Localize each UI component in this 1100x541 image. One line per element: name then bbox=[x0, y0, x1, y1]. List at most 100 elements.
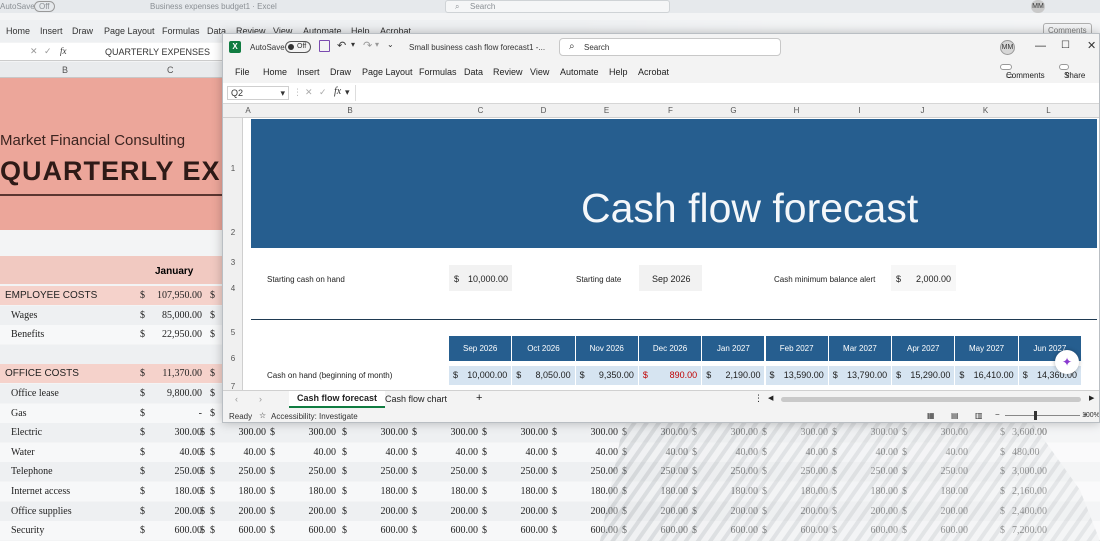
bg-month-value[interactable]: 180.00 bbox=[628, 486, 689, 497]
bg-month-value[interactable]: 250.00 bbox=[206, 466, 267, 477]
bg-month-value[interactable]: 180.00 bbox=[908, 486, 969, 497]
share-button[interactable]: ⇪ Share bbox=[1059, 64, 1085, 80]
bg-menu-page-layout[interactable]: Page Layout bbox=[104, 26, 155, 36]
bg-month-value[interactable]: 300.00 bbox=[908, 427, 969, 438]
column-header-k[interactable]: K bbox=[954, 106, 1017, 115]
zoom-out-icon[interactable]: − bbox=[995, 410, 1000, 419]
bg-row-value[interactable]: 200.00 bbox=[142, 506, 203, 517]
bg-menu-formulas[interactable]: Formulas bbox=[162, 26, 200, 36]
bg-month-value[interactable]: 40.00 bbox=[838, 447, 899, 458]
bg-row-value[interactable]: 600.00 bbox=[142, 525, 203, 536]
bg-month-value[interactable]: 250.00 bbox=[698, 466, 759, 477]
name-box[interactable]: Q2 ▾ bbox=[227, 86, 289, 100]
redo-icon[interactable]: ↷ bbox=[363, 39, 372, 52]
prev-sheet-icon[interactable]: ‹ bbox=[235, 394, 238, 404]
column-header-g[interactable]: G bbox=[702, 106, 765, 115]
cash-on-hand-cell[interactable]: $10,000.00 bbox=[449, 366, 513, 385]
menu-formulas[interactable]: Formulas bbox=[419, 67, 457, 77]
bg-month-value[interactable]: 250.00 bbox=[628, 466, 689, 477]
bg-month-value[interactable]: 40.00 bbox=[488, 447, 549, 458]
month-header[interactable]: Jan 2027 bbox=[702, 336, 766, 361]
bg-month-value[interactable]: 180.00 bbox=[768, 486, 829, 497]
bg-month-value[interactable]: 40.00 bbox=[276, 447, 337, 458]
starting-date-cell[interactable]: Sep 2026 bbox=[639, 265, 702, 291]
bg-month-value[interactable]: 200.00 bbox=[558, 506, 619, 517]
bg-row-label[interactable]: Office supplies bbox=[11, 506, 72, 517]
bg-row-total[interactable]: 7,200.00 bbox=[1012, 525, 1047, 536]
row-header-1[interactable]: 1 bbox=[223, 164, 243, 173]
qat-customize-icon[interactable]: ⌄ bbox=[387, 40, 394, 49]
cancel-entry-icon[interactable]: ✕ bbox=[305, 87, 313, 98]
bg-month-value[interactable]: 600.00 bbox=[768, 525, 829, 536]
bg-month-value[interactable]: 300.00 bbox=[768, 427, 829, 438]
bg-row-value[interactable]: 40.00 bbox=[142, 447, 203, 458]
bg-month-value[interactable]: 600.00 bbox=[838, 525, 899, 536]
bg-month-value[interactable]: 250.00 bbox=[838, 466, 899, 477]
formula-bar-options-icon[interactable]: ⋮ bbox=[293, 87, 302, 98]
cash-on-hand-cell[interactable]: $15,290.00 bbox=[892, 366, 956, 385]
undo-icon[interactable]: ↶ bbox=[337, 39, 346, 52]
column-header-e[interactable]: E bbox=[575, 106, 638, 115]
bg-month-value[interactable]: 600.00 bbox=[488, 525, 549, 536]
bg-row-label[interactable]: OFFICE COSTS bbox=[5, 368, 79, 379]
bg-month-value[interactable]: 300.00 bbox=[698, 427, 759, 438]
bg-row-value[interactable]: 9,800.00 bbox=[142, 388, 202, 399]
status-accessibility[interactable]: Accessibility: Investigate bbox=[271, 412, 358, 421]
menu-automate[interactable]: Automate bbox=[560, 67, 599, 77]
bg-menu-draw[interactable]: Draw bbox=[72, 26, 93, 36]
bg-month-value[interactable]: 250.00 bbox=[558, 466, 619, 477]
bg-month-value[interactable]: 300.00 bbox=[558, 427, 619, 438]
row-header-3[interactable]: 3 bbox=[223, 258, 243, 267]
bg-row-label[interactable]: Wages bbox=[11, 310, 37, 321]
bg-month-value[interactable]: 180.00 bbox=[698, 486, 759, 497]
bg-row-total[interactable]: 3,600.00 bbox=[1012, 427, 1047, 438]
bg-month-value[interactable]: 200.00 bbox=[768, 506, 829, 517]
bg-row-total[interactable]: 480.00 bbox=[1012, 447, 1040, 458]
name-box-dropdown-icon[interactable]: ▾ bbox=[280, 87, 285, 99]
undo-dropdown-icon[interactable]: ▾ bbox=[351, 40, 355, 49]
menu-file[interactable]: File bbox=[235, 67, 250, 77]
row-header-5[interactable]: 5 bbox=[223, 328, 243, 337]
menu-data[interactable]: Data bbox=[464, 67, 483, 77]
bg-row-label[interactable]: Security bbox=[11, 525, 44, 536]
page-break-view-icon[interactable]: ▥ bbox=[975, 411, 983, 420]
cash-on-hand-cell[interactable]: $8,050.00 bbox=[512, 366, 576, 385]
bg-month-value[interactable]: 300.00 bbox=[206, 427, 267, 438]
minimize-icon[interactable]: — bbox=[1035, 40, 1046, 52]
bg-row-label[interactable]: Water bbox=[11, 447, 35, 458]
bg-month-value[interactable]: 180.00 bbox=[418, 486, 479, 497]
bg-col-b[interactable]: B bbox=[62, 65, 68, 75]
cash-on-hand-cell[interactable]: $9,350.00 bbox=[575, 366, 639, 385]
column-header-c[interactable]: C bbox=[449, 106, 512, 115]
menu-page-layout[interactable]: Page Layout bbox=[362, 67, 413, 77]
zoom-level[interactable]: 100% bbox=[1082, 412, 1099, 419]
bg-row-value[interactable]: 11,370.00 bbox=[142, 368, 202, 379]
menu-draw[interactable]: Draw bbox=[330, 67, 351, 77]
bg-month-value[interactable]: 300.00 bbox=[488, 427, 549, 438]
menu-acrobat[interactable]: Acrobat bbox=[638, 67, 669, 77]
bg-month-value[interactable]: 600.00 bbox=[558, 525, 619, 536]
bg-month-value[interactable]: 300.00 bbox=[628, 427, 689, 438]
starting-cash-cell[interactable]: $ 10,000.00 bbox=[449, 265, 512, 291]
add-sheet-icon[interactable]: + bbox=[476, 392, 482, 404]
fx-dropdown-icon[interactable]: ▾ bbox=[345, 87, 350, 98]
bg-row-value[interactable]: 300.00 bbox=[142, 427, 203, 438]
bg-month-value[interactable]: 600.00 bbox=[418, 525, 479, 536]
close-icon[interactable]: ✕ bbox=[1087, 39, 1096, 52]
bg-month-value[interactable]: 600.00 bbox=[698, 525, 759, 536]
tab-options-icon[interactable]: ⋮ bbox=[754, 393, 763, 404]
tab-cash-flow-chart[interactable]: Cash flow chart bbox=[385, 394, 447, 404]
zoom-slider-thumb[interactable] bbox=[1034, 411, 1037, 420]
next-sheet-icon[interactable]: › bbox=[259, 394, 262, 404]
bg-month-value[interactable]: 200.00 bbox=[348, 506, 409, 517]
month-header[interactable]: Sep 2026 bbox=[449, 336, 513, 361]
menu-help[interactable]: Help bbox=[609, 67, 628, 77]
page-layout-view-icon[interactable]: ▤ bbox=[951, 411, 959, 420]
month-header[interactable]: Nov 2026 bbox=[575, 336, 639, 361]
horizontal-scrollbar[interactable] bbox=[781, 397, 1081, 402]
bg-month-value[interactable]: 250.00 bbox=[348, 466, 409, 477]
bg-month-value[interactable]: 200.00 bbox=[488, 506, 549, 517]
bg-row-total[interactable]: 3,000.00 bbox=[1012, 466, 1047, 477]
bg-col-c[interactable]: C bbox=[167, 65, 174, 75]
cash-on-hand-cell[interactable]: $16,410.00 bbox=[955, 366, 1019, 385]
